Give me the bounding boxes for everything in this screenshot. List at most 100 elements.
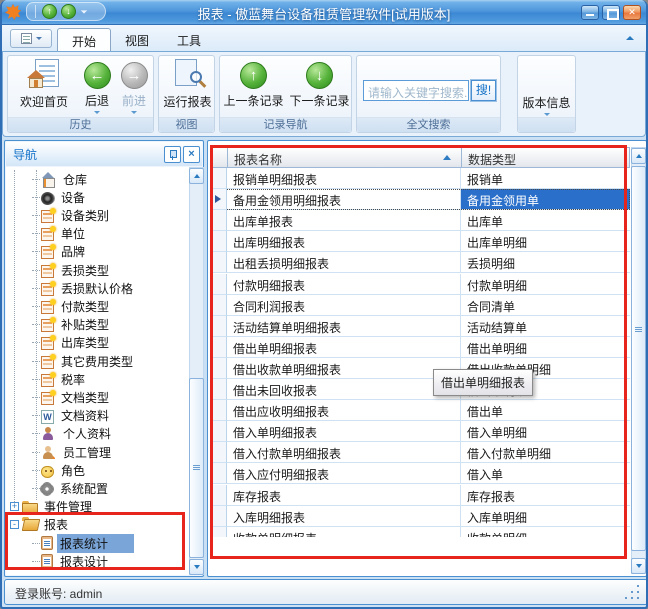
table-row[interactable]: 借出未回收报表借出单明细 (211, 379, 630, 400)
expand-icon[interactable]: + (10, 502, 19, 511)
data-type-cell[interactable]: 出库单 (461, 210, 630, 231)
table-row[interactable]: 报销单明细报表报销单 (211, 168, 630, 189)
tree-item-7[interactable]: 丢损默认价格 (6, 279, 189, 297)
report-name-cell[interactable]: 报销单明细报表 (227, 168, 461, 189)
tree-item-10[interactable]: 出库类型 (6, 334, 189, 352)
report-name-cell[interactable]: 付款明细报表 (227, 274, 461, 295)
ribbon-collapse-icon[interactable] (626, 36, 634, 40)
table-row[interactable]: 出库明细报表出库单明细 (211, 231, 630, 252)
data-type-cell[interactable]: 活动结算单 (461, 316, 630, 337)
table-row[interactable]: 付款明细报表付款单明细 (211, 274, 630, 295)
data-type-cell[interactable]: 备用金领用单 (461, 189, 630, 210)
data-type-cell[interactable]: 收款单明细 (461, 527, 630, 537)
table-row[interactable]: 借入应付明细报表借入单 (211, 463, 630, 484)
close-button[interactable]: ✕ (623, 5, 641, 20)
nav-scrollbar-thumb[interactable] (189, 378, 204, 558)
app-menu-button[interactable] (10, 29, 52, 48)
report-name-cell[interactable]: 收款单明细报表 (227, 527, 461, 537)
data-type-cell[interactable]: 库存报表 (461, 485, 630, 506)
version-info-button[interactable]: 版本信息 (518, 94, 575, 116)
tree-item-5[interactable]: 品牌 (6, 243, 189, 261)
report-name-cell[interactable]: 借出未回收报表 (227, 379, 461, 400)
search-button[interactable]: 搜! (471, 80, 496, 101)
table-row[interactable]: 活动结算单明细报表活动结算单 (211, 316, 630, 337)
prev-record-button[interactable]: ↑ 上一条记录 (221, 58, 286, 109)
report-name-cell[interactable]: 借出应收明细报表 (227, 400, 461, 421)
next-record-button[interactable]: ↓ 下一条记录 (287, 58, 352, 109)
tree-item-21[interactable]: 报表统计 (6, 534, 189, 552)
welcome-home-button[interactable]: 欢迎首页 (11, 58, 77, 110)
tree-item-13[interactable]: 文档类型 (6, 388, 189, 406)
nav-scroll-down-button[interactable] (189, 559, 204, 575)
data-type-cell[interactable]: 合同清单 (461, 295, 630, 316)
minimize-button[interactable] (581, 5, 599, 20)
table-row[interactable]: 出库单报表出库单 (211, 210, 630, 231)
data-type-cell[interactable]: 出库单明细 (461, 231, 630, 252)
search-input[interactable]: 请输入关键字搜索... (363, 80, 469, 101)
resize-grip-icon[interactable] (637, 597, 639, 599)
tree-item-17[interactable]: 角色 (6, 461, 189, 479)
table-row[interactable]: 入库明细报表入库单明细 (211, 506, 630, 527)
forward-button[interactable]: → 前进 (115, 58, 153, 114)
report-name-cell[interactable]: 借入应付明细报表 (227, 463, 461, 484)
data-type-cell[interactable]: 借入单明细 (461, 421, 630, 442)
tree-item-4[interactable]: 单位 (6, 225, 189, 243)
table-row[interactable]: 借入付款单明细报表借入付款单明细 (211, 442, 630, 463)
data-type-cell[interactable]: 报销单 (461, 168, 630, 189)
data-type-cell[interactable]: 借出单明细 (461, 337, 630, 358)
table-row[interactable]: 库存报表库存报表 (211, 485, 630, 506)
nav-scroll-up-button[interactable] (189, 168, 204, 184)
tree-item-1[interactable]: 仓库 (6, 170, 189, 188)
table-row[interactable]: 借出收款单明细报表借出收款单明细 (211, 358, 630, 379)
tab-start[interactable]: 开始 (57, 28, 111, 51)
back-button[interactable]: ← 后退 (78, 58, 116, 114)
report-name-cell[interactable]: 出库明细报表 (227, 231, 461, 252)
report-name-cell[interactable]: 出租丢损明细报表 (227, 252, 461, 273)
report-name-cell[interactable]: 活动结算单明细报表 (227, 316, 461, 337)
tree-item-11[interactable]: 其它费用类型 (6, 352, 189, 370)
data-type-cell[interactable]: 借入付款单明细 (461, 442, 630, 463)
tree-item-2[interactable]: 设备 (6, 188, 189, 206)
close-icon[interactable]: × (183, 146, 200, 163)
data-type-cell[interactable]: 丢损明细 (461, 252, 630, 273)
data-type-cell[interactable]: 借出单 (461, 400, 630, 421)
pin-icon[interactable] (164, 146, 181, 163)
tab-tools[interactable]: 工具 (163, 28, 215, 51)
column-header-report-name[interactable]: 报表名称 (228, 148, 462, 167)
table-row[interactable]: 备用金领用明细报表备用金领用单 (211, 189, 630, 210)
report-name-cell[interactable]: 借出单明细报表 (227, 337, 461, 358)
run-report-button[interactable]: 运行报表 (159, 58, 216, 110)
report-name-cell[interactable]: 备用金领用明细报表 (227, 189, 461, 210)
table-scroll-up-button[interactable] (631, 148, 646, 164)
report-name-cell[interactable]: 出库单报表 (227, 210, 461, 231)
report-name-cell[interactable]: 入库明细报表 (227, 506, 461, 527)
report-name-cell[interactable]: 借出收款单明细报表 (227, 358, 461, 379)
table-row[interactable]: 借入单明细报表借入单明细 (211, 421, 630, 442)
table-row[interactable]: 出租丢损明细报表丢损明细 (211, 252, 630, 273)
maximize-button[interactable] (602, 5, 620, 20)
tree-item-22[interactable]: 报表设计 (6, 552, 189, 570)
tree-item-15[interactable]: 个人资料 (6, 425, 189, 443)
table-row[interactable]: 借出应收明细报表借出单 (211, 400, 630, 421)
tree-item-3[interactable]: 设备类别 (6, 206, 189, 224)
table-row[interactable]: 合同利润报表合同清单 (211, 295, 630, 316)
tree-item-19[interactable]: +事件管理 (6, 498, 189, 516)
table-scroll-down-button[interactable] (631, 558, 646, 574)
table-scrollbar-thumb[interactable] (631, 166, 646, 551)
table-row[interactable]: 收款单明细报表收款单明细 (211, 527, 630, 537)
data-type-cell[interactable]: 借入单 (461, 463, 630, 484)
tree-item-8[interactable]: 付款类型 (6, 297, 189, 315)
report-name-cell[interactable]: 库存报表 (227, 485, 461, 506)
column-header-data-type[interactable]: 数据类型 (462, 148, 629, 167)
table-row[interactable]: 借出单明细报表借出单明细 (211, 337, 630, 358)
data-type-cell[interactable]: 付款单明细 (461, 274, 630, 295)
report-name-cell[interactable]: 借入单明细报表 (227, 421, 461, 442)
tab-view[interactable]: 视图 (111, 28, 163, 51)
data-type-cell[interactable]: 入库单明细 (461, 506, 630, 527)
tree-item-18[interactable]: 系统配置 (6, 479, 189, 497)
report-name-cell[interactable]: 借入付款单明细报表 (227, 442, 461, 463)
collapse-icon[interactable]: - (10, 520, 19, 529)
tree-item-14[interactable]: W文档资料 (6, 407, 189, 425)
tree-item-12[interactable]: 税率 (6, 370, 189, 388)
tree-item-9[interactable]: 补贴类型 (6, 316, 189, 334)
